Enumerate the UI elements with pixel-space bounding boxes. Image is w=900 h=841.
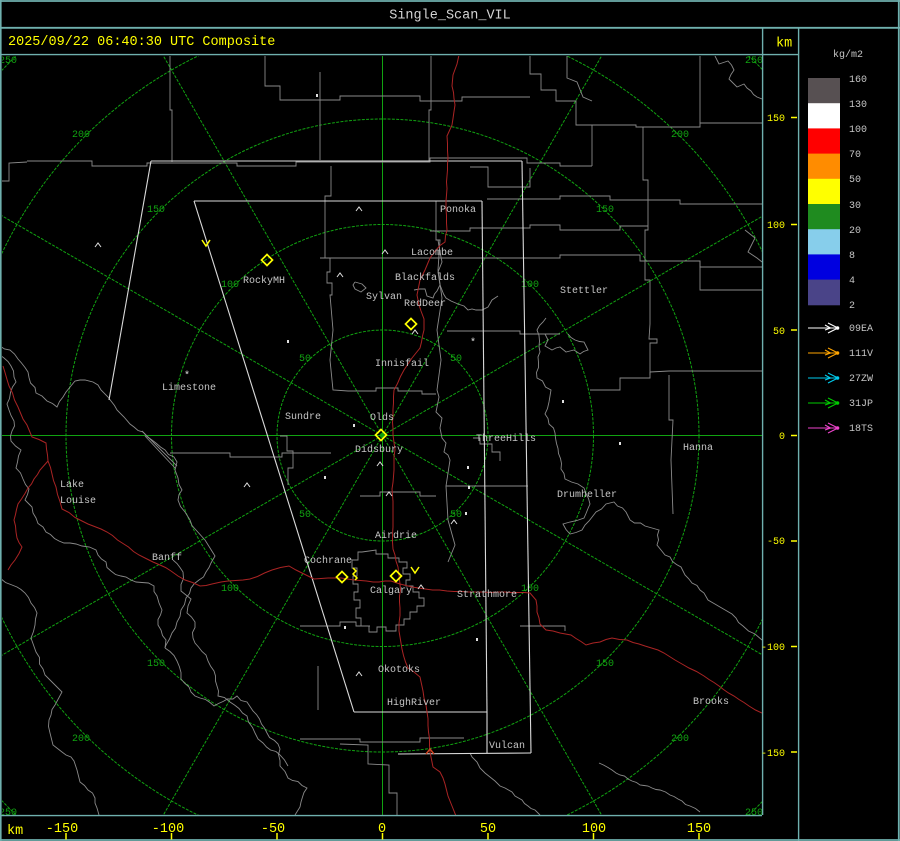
- svg-text:31JP: 31JP: [849, 399, 873, 410]
- svg-text:Banff: Banff: [152, 552, 182, 564]
- svg-text:250: 250: [745, 56, 763, 67]
- svg-text:RedDeer: RedDeer: [404, 298, 446, 310]
- svg-text:150: 150: [596, 659, 614, 670]
- svg-text:70: 70: [849, 150, 861, 161]
- svg-text:100: 100: [221, 280, 239, 291]
- svg-text:20: 20: [849, 226, 861, 237]
- svg-text:50: 50: [773, 327, 785, 338]
- svg-text:Vulcan: Vulcan: [489, 740, 525, 752]
- svg-text:160: 160: [849, 75, 867, 86]
- svg-text:18TS: 18TS: [849, 424, 873, 435]
- svg-text:111V: 111V: [849, 349, 873, 360]
- svg-text:-150: -150: [761, 749, 785, 760]
- svg-text:kg/m2: kg/m2: [833, 49, 863, 61]
- svg-text:50: 50: [450, 354, 462, 365]
- svg-text:200: 200: [671, 130, 689, 141]
- svg-text:09EA: 09EA: [849, 324, 873, 335]
- svg-text:Cochrane: Cochrane: [304, 555, 352, 567]
- svg-text:Didsbury: Didsbury: [355, 444, 403, 456]
- svg-text:Lake: Lake: [60, 479, 84, 491]
- svg-text:km: km: [7, 824, 23, 839]
- svg-text:Airdrie: Airdrie: [375, 530, 417, 542]
- svg-text:250: 250: [0, 56, 17, 67]
- svg-text:Okotoks: Okotoks: [378, 664, 420, 676]
- svg-text:50: 50: [849, 175, 861, 186]
- svg-text:2: 2: [849, 301, 855, 312]
- svg-text:150: 150: [147, 205, 165, 216]
- svg-text:Calgary: Calgary: [370, 585, 412, 597]
- svg-text:100: 100: [767, 221, 785, 232]
- svg-text:*: *: [470, 337, 476, 349]
- svg-text:50: 50: [450, 510, 462, 521]
- svg-text:100: 100: [849, 125, 867, 136]
- svg-text:Strathmore: Strathmore: [457, 589, 517, 601]
- svg-text:200: 200: [72, 734, 90, 745]
- svg-text:Brooks: Brooks: [693, 696, 729, 708]
- svg-text:200: 200: [671, 734, 689, 745]
- svg-text:4: 4: [849, 276, 855, 287]
- svg-text:2025/09/22 06:40:30 UTC Compos: 2025/09/22 06:40:30 UTC Composite: [8, 35, 275, 50]
- svg-text:100: 100: [221, 584, 239, 595]
- svg-text:Innisfail: Innisfail: [375, 358, 429, 370]
- svg-text:km: km: [776, 37, 792, 52]
- svg-text:8: 8: [849, 251, 855, 262]
- svg-text:*: *: [184, 370, 190, 382]
- svg-text:-50: -50: [261, 822, 285, 837]
- svg-text:Single_Scan_VIL: Single_Scan_VIL: [389, 9, 511, 24]
- svg-text:50: 50: [299, 510, 311, 521]
- svg-text:Sundre: Sundre: [285, 411, 321, 423]
- svg-text:Ponoka: Ponoka: [440, 204, 476, 216]
- svg-text:-50: -50: [767, 537, 785, 548]
- svg-text:30: 30: [849, 201, 861, 212]
- svg-text:HighRiver: HighRiver: [387, 697, 441, 709]
- svg-text:Louise: Louise: [60, 495, 96, 507]
- svg-text:27ZW: 27ZW: [849, 374, 873, 385]
- svg-text:ThreeHills: ThreeHills: [476, 433, 536, 445]
- svg-text:Drumheller: Drumheller: [557, 489, 617, 501]
- svg-text:Limestone: Limestone: [162, 382, 216, 394]
- svg-text:200: 200: [72, 130, 90, 141]
- svg-text:Sylvan: Sylvan: [366, 291, 402, 303]
- svg-text:-100: -100: [152, 822, 184, 837]
- svg-text:Blackfalds: Blackfalds: [395, 272, 455, 284]
- svg-text:150: 150: [767, 114, 785, 125]
- svg-text:50: 50: [299, 354, 311, 365]
- svg-text:-150: -150: [46, 822, 78, 837]
- svg-text:-100: -100: [761, 643, 785, 654]
- svg-text:Olds: Olds: [370, 412, 394, 424]
- svg-text:Stettler: Stettler: [560, 285, 608, 297]
- svg-text:RockyMH: RockyMH: [243, 275, 285, 287]
- svg-text:150: 150: [147, 659, 165, 670]
- svg-text:Hanna: Hanna: [683, 443, 713, 454]
- svg-text:0: 0: [779, 432, 785, 443]
- svg-text:Lacombe: Lacombe: [411, 247, 453, 259]
- svg-text:150: 150: [596, 205, 614, 216]
- svg-text:130: 130: [849, 100, 867, 111]
